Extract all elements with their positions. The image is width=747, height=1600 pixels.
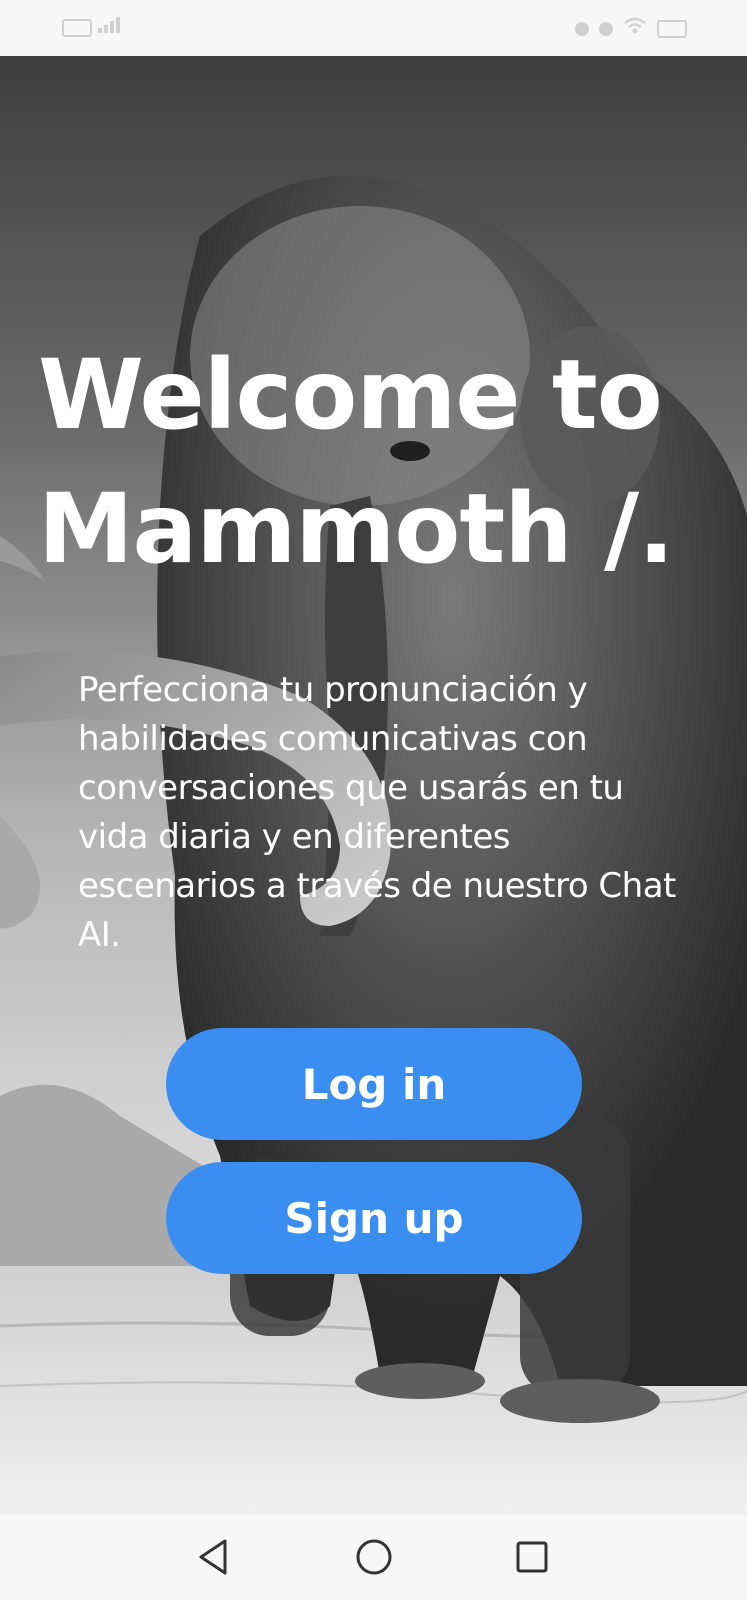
signal-icon xyxy=(98,17,122,38)
headline-line-1: Welcome to xyxy=(38,339,663,451)
location-icon xyxy=(599,21,613,36)
home-button[interactable] xyxy=(349,1532,399,1582)
back-icon xyxy=(199,1539,227,1575)
recents-icon xyxy=(516,1541,548,1573)
status-bar-right xyxy=(575,17,687,40)
battery-icon xyxy=(657,19,687,38)
hero-image: Welcome to Mammoth /. Perfecciona tu pro… xyxy=(0,56,747,1514)
status-bar xyxy=(0,0,747,56)
home-icon xyxy=(356,1539,392,1575)
back-button[interactable] xyxy=(188,1532,238,1582)
status-bar-left xyxy=(62,17,122,38)
wifi-icon xyxy=(623,17,647,40)
login-button[interactable]: Log in xyxy=(166,1028,582,1140)
headline-line-2: Mammoth /. xyxy=(38,473,675,585)
sim-icon xyxy=(62,18,92,37)
signup-button[interactable]: Sign up xyxy=(166,1162,582,1274)
welcome-screen: Welcome to Mammoth /. Perfecciona tu pro… xyxy=(0,0,747,1600)
system-navigation-bar xyxy=(0,1514,747,1600)
welcome-headline: Welcome to Mammoth /. xyxy=(38,328,718,596)
intro-text: Perfecciona tu pronunciación y habilidad… xyxy=(78,670,676,955)
alarm-icon xyxy=(575,21,589,36)
recents-button[interactable] xyxy=(507,1532,557,1582)
